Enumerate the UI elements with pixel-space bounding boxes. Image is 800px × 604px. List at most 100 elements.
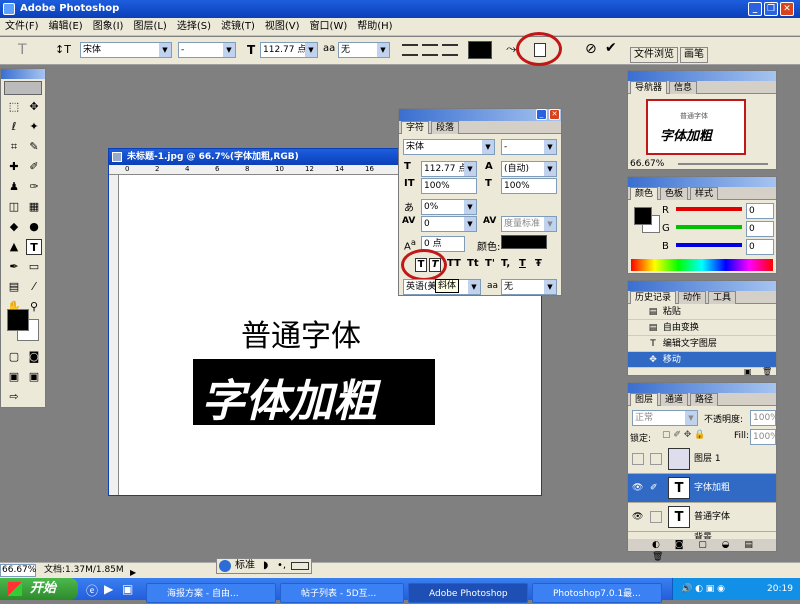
link-toggle[interactable]	[650, 453, 662, 465]
tab-character[interactable]: 字符	[401, 121, 430, 134]
align-center-icon[interactable]	[422, 44, 438, 56]
soft-keyboard-icon[interactable]	[291, 562, 309, 570]
taskbar-item[interactable]: Photoshop7.0.1最...	[532, 583, 662, 603]
slice-tool-icon[interactable]: ✎	[26, 139, 42, 155]
char-font-select[interactable]: 宋体 ▼	[403, 139, 495, 155]
small-caps-button[interactable]: Tt	[467, 258, 479, 269]
taskbar-item[interactable]: 海报方案 - 自由...	[146, 583, 276, 603]
move-tool-icon[interactable]: ✥	[26, 99, 42, 115]
gradient-tool-icon[interactable]: ▦	[26, 199, 42, 215]
link-toggle[interactable]	[650, 511, 662, 523]
trash-icon[interactable]: 🗑	[762, 367, 772, 376]
tab-brushes[interactable]: 画笔	[680, 47, 708, 63]
menu-window[interactable]: 窗口(W)	[305, 18, 353, 36]
char-kerning-select[interactable]: 0 ▼	[421, 216, 477, 232]
font-style-select[interactable]: - ▼	[178, 42, 236, 58]
eyedropper-icon[interactable]: ⁄	[26, 279, 42, 295]
tray-icons[interactable]: 🔊 ◐ ▣ ◉	[681, 578, 725, 600]
magic-wand-icon[interactable]: ✦	[26, 119, 42, 135]
minimize-button[interactable]: _	[748, 2, 762, 16]
healing-brush-icon[interactable]: ✚	[6, 159, 22, 175]
superscript-button[interactable]: T'	[485, 258, 495, 269]
marquee-tool-icon[interactable]: ⬚	[6, 99, 22, 115]
tab-file-browser[interactable]: 文件浏览	[630, 47, 678, 63]
navigator-zoom-value[interactable]: 66.67%	[630, 159, 664, 169]
tab-tools[interactable]: 工具	[708, 291, 737, 304]
menu-edit[interactable]: 编辑(E)	[44, 18, 88, 36]
quicklaunch-media-icon[interactable]: ▶	[104, 582, 113, 596]
char-antialias-select[interactable]: 无 ▼	[501, 279, 557, 295]
channel-r-input[interactable]: 0	[746, 203, 774, 219]
fill-input[interactable]: 100%	[750, 429, 779, 445]
status-zoom-input[interactable]: 66.67%	[0, 564, 36, 577]
align-left-icon[interactable]	[402, 44, 418, 56]
new-snapshot-icon[interactable]: ▣	[744, 367, 752, 376]
channel-g-slider[interactable]	[676, 225, 742, 229]
navigator-preview[interactable]: 普通字体 字体加粗	[646, 99, 746, 155]
history-item[interactable]: T 编辑文字图层	[628, 336, 776, 352]
channel-b-input[interactable]: 0	[746, 239, 774, 255]
brush-tool-icon[interactable]: ✐	[26, 159, 42, 175]
standard-mode-icon[interactable]: ▢	[6, 349, 22, 365]
warp-text-icon[interactable]: ⤳	[506, 42, 516, 57]
zoom-slider[interactable]	[678, 163, 768, 165]
antialias-select[interactable]: 无 ▼	[338, 42, 390, 58]
char-leading-select[interactable]: (自动) ▼	[501, 161, 557, 177]
dodge-tool-icon[interactable]: ●	[26, 219, 42, 235]
notes-tool-icon[interactable]: ▤	[6, 279, 22, 295]
pen-tool-icon[interactable]: ✒	[6, 259, 22, 275]
opacity-input[interactable]: 100%	[750, 410, 779, 426]
channel-r-slider[interactable]	[676, 207, 742, 211]
text-color-swatch[interactable]	[468, 41, 492, 59]
history-item[interactable]: ▤ 自由变换	[628, 320, 776, 336]
tab-info[interactable]: 信息	[669, 81, 698, 94]
char-hscale-input[interactable]: 100%	[501, 178, 557, 194]
color-ramp[interactable]	[631, 259, 773, 271]
tab-styles[interactable]: 样式	[690, 187, 719, 200]
history-brush-icon[interactable]: ✑	[26, 179, 42, 195]
close-button[interactable]: ✕	[780, 2, 794, 16]
char-tracking-select[interactable]: 0% ▼	[421, 199, 477, 215]
menu-filter[interactable]: 滤镜(T)	[216, 18, 260, 36]
text-orientation-icon[interactable]: ↕T	[55, 43, 71, 56]
commit-check-icon[interactable]: ✔	[605, 40, 617, 56]
char-style-select[interactable]: - ▼	[501, 139, 557, 155]
eraser-tool-icon[interactable]: ◫	[6, 199, 22, 215]
font-family-select[interactable]: 宋体 ▼	[80, 42, 172, 58]
menu-select[interactable]: 选择(S)	[172, 18, 216, 36]
menu-file[interactable]: 文件(F)	[0, 18, 44, 36]
screen-mode-1-icon[interactable]: ▣	[6, 369, 22, 385]
char-kerning-metric-select[interactable]: 度量标准 ▼	[501, 216, 557, 232]
all-caps-button[interactable]: TT	[447, 258, 461, 269]
screen-mode-2-icon[interactable]: ▣	[26, 369, 42, 385]
menu-layer[interactable]: 图层(L)	[128, 18, 171, 36]
layer-row-selected[interactable]: 👁 ✐ T 字体加粗	[628, 474, 776, 503]
lasso-tool-icon[interactable]: ℓ	[6, 119, 22, 135]
layers-footer-icons[interactable]: ◐ ◙ ▢ ◒ ▤ 🗑	[628, 539, 776, 562]
path-select-icon[interactable]: ▲	[6, 239, 22, 255]
tab-layers[interactable]: 图层	[630, 393, 659, 406]
subscript-button[interactable]: T,	[501, 258, 510, 269]
tab-history[interactable]: 历史记录	[630, 291, 677, 304]
tab-color[interactable]: 颜色	[630, 187, 659, 200]
type-tool-preset-icon[interactable]: T	[18, 42, 27, 58]
maximize-button[interactable]: ❐	[764, 2, 778, 16]
char-vscale-input[interactable]: 100%	[421, 178, 477, 194]
tab-navigator[interactable]: 导航器	[630, 81, 668, 94]
eye-icon[interactable]: 👁	[632, 503, 643, 532]
visibility-toggle[interactable]	[632, 453, 644, 465]
taskbar-item-active[interactable]: Adobe Photoshop	[408, 583, 528, 603]
ime-mode-label[interactable]: 标准	[235, 559, 255, 573]
half-width-icon[interactable]: ◗	[263, 559, 268, 573]
tab-paragraph[interactable]: 段落	[431, 121, 460, 134]
layer-row[interactable]: 👁 T 普通字体	[628, 503, 776, 532]
quicklaunch-ie-icon[interactable]: ⓔ	[86, 582, 98, 599]
tab-actions[interactable]: 动作	[678, 291, 707, 304]
stamp-tool-icon[interactable]: ♟	[6, 179, 22, 195]
channel-b-slider[interactable]	[676, 243, 742, 247]
font-size-select[interactable]: 112.77 点 ▼	[260, 42, 318, 58]
strikethrough-button[interactable]: Ŧ	[535, 258, 542, 269]
layer-row[interactable]: 图层 1	[628, 445, 776, 474]
minimize-button[interactable]: _	[536, 109, 547, 120]
taskbar-item[interactable]: 帖子列表 - 5D互...	[280, 583, 404, 603]
